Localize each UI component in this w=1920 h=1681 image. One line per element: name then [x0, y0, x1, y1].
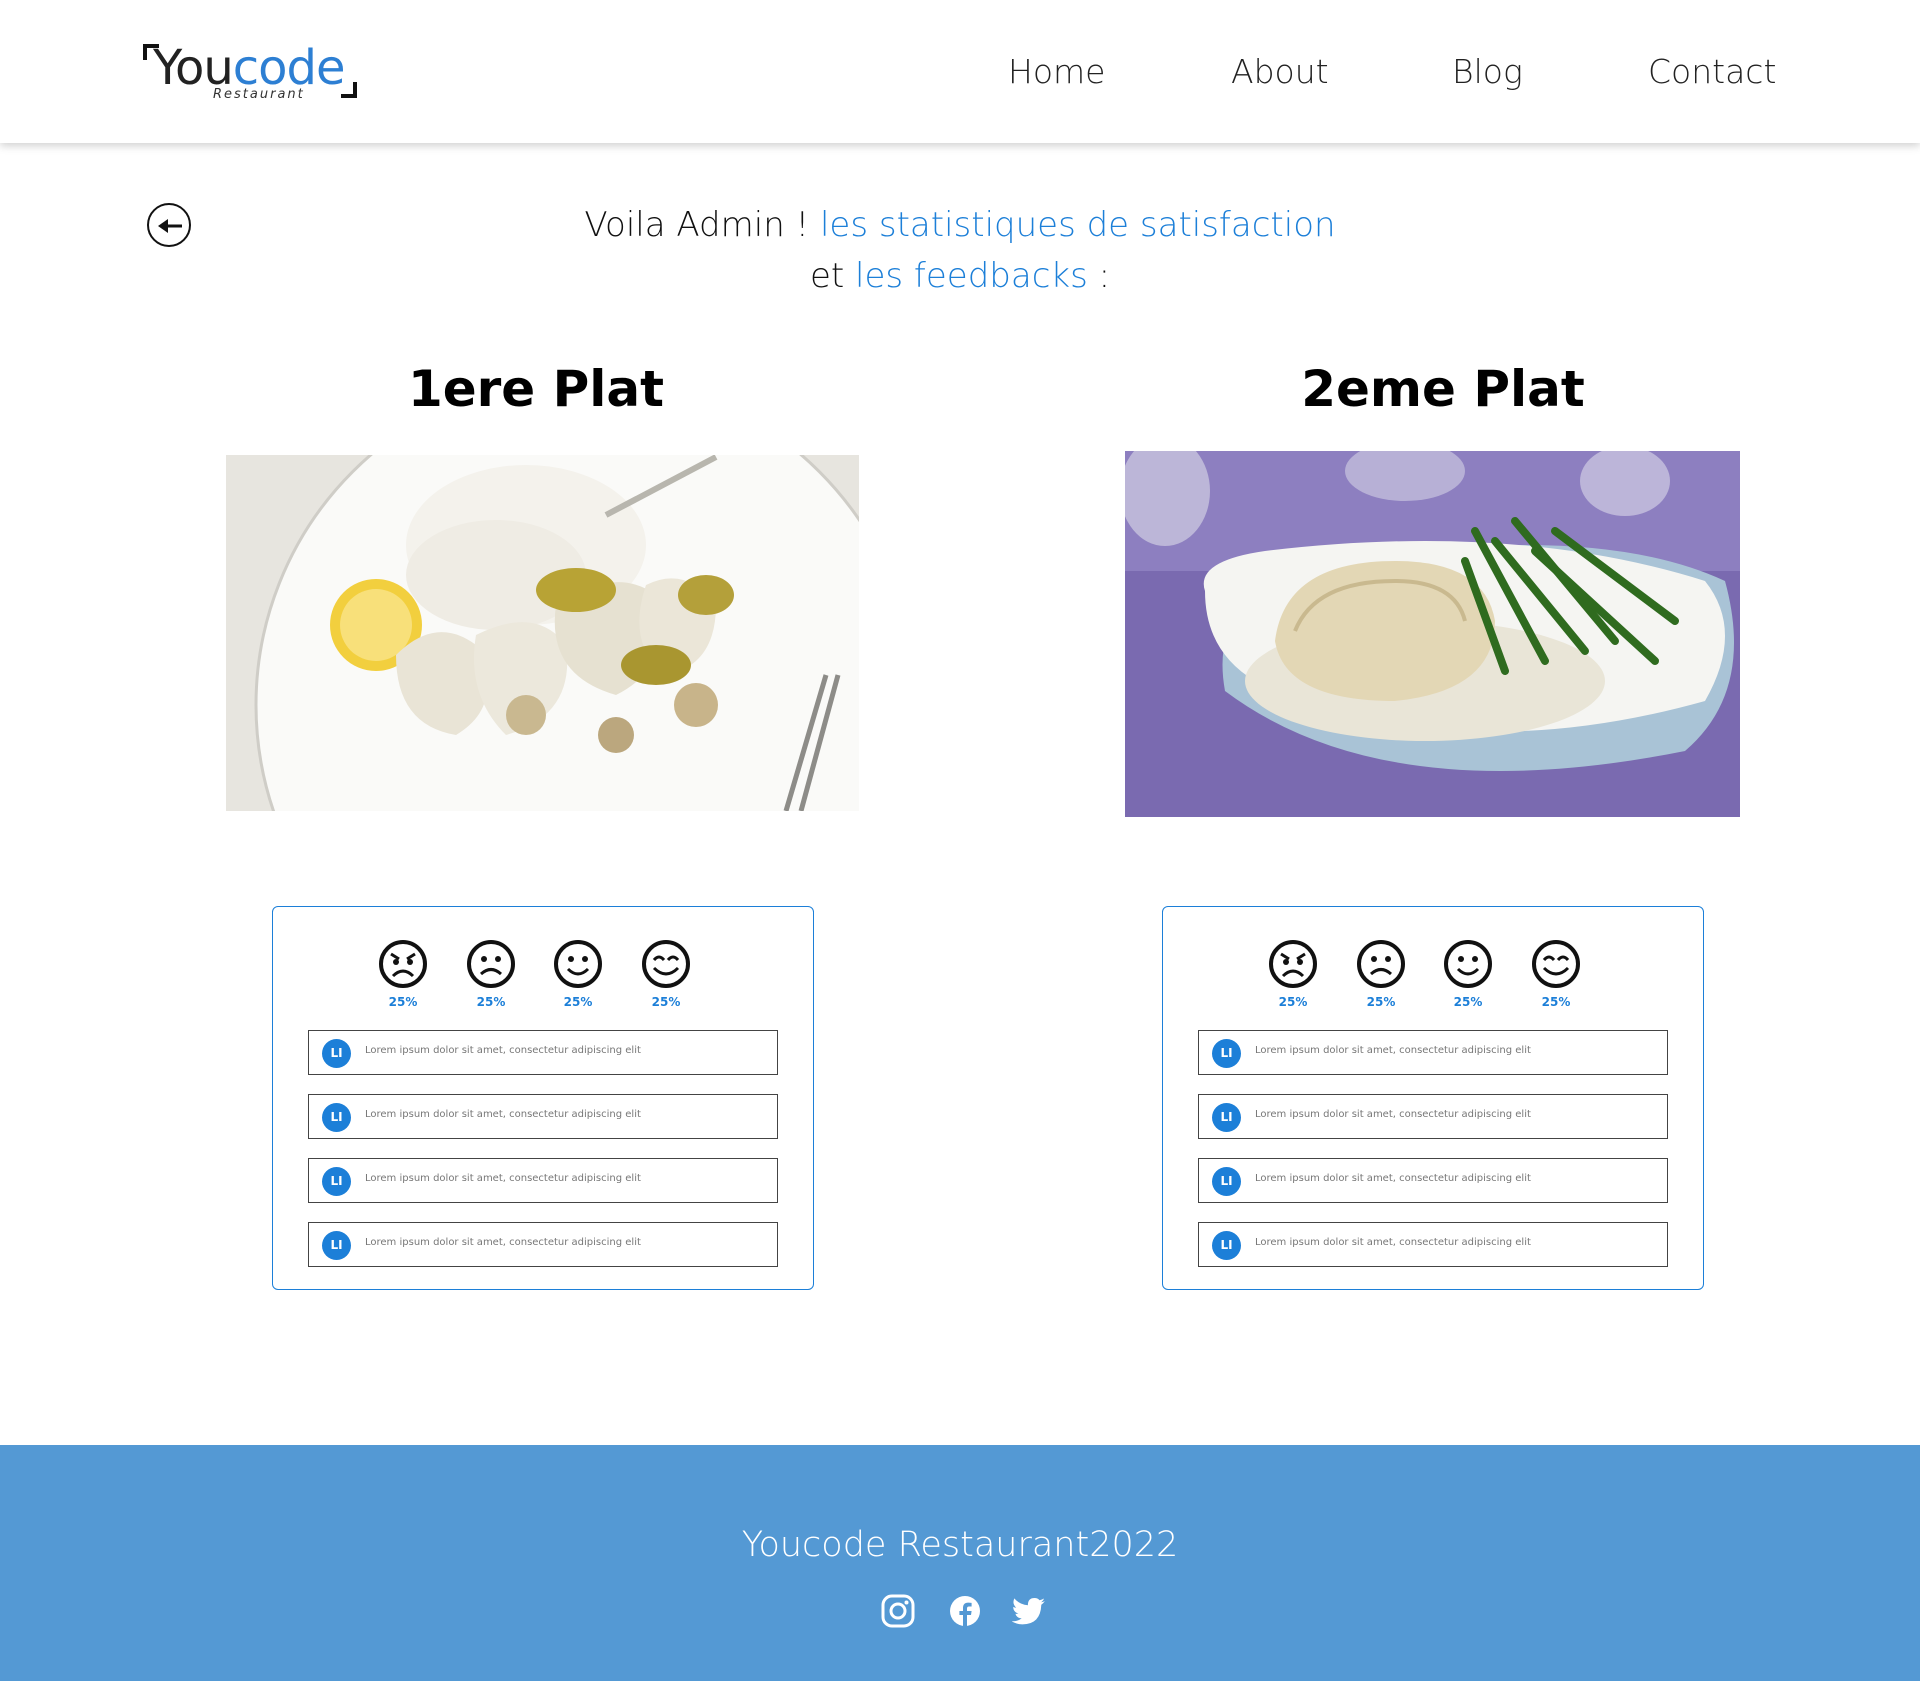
rating-smile: 25% [1438, 939, 1498, 1009]
instagram-icon[interactable] [880, 1593, 916, 1629]
feedback-item[interactable]: LI Lorem ipsum dolor sit amet, consectet… [1198, 1222, 1668, 1267]
avatar: LI [322, 1167, 351, 1196]
feedback-item[interactable]: LI Lorem ipsum dolor sit amet, consectet… [308, 1030, 778, 1075]
dish-2-stats-card: 25% 25% 25% 25% LI Lorem ipsum dolor sit… [1162, 906, 1704, 1290]
feedback-text: Lorem ipsum dolor sit amet, consectetur … [1255, 1173, 1531, 1184]
rating-happy: 25% [1526, 939, 1586, 1009]
smile-face-icon [554, 940, 602, 988]
angry-face-icon [1269, 940, 1317, 988]
logo-subtitle: Restaurant [213, 87, 305, 102]
feedback-text: Lorem ipsum dolor sit amet, consectetur … [1255, 1109, 1531, 1120]
feedback-item[interactable]: LI Lorem ipsum dolor sit amet, consectet… [308, 1094, 778, 1139]
feedback-text: Lorem ipsum dolor sit amet, consectetur … [365, 1237, 641, 1248]
dish-1-photo [226, 455, 859, 811]
rating-percent: 25% [1453, 995, 1483, 1009]
feedback-text: Lorem ipsum dolor sit amet, consectetur … [365, 1173, 641, 1184]
happy-face-icon [642, 940, 690, 988]
nav-blog-link[interactable]: Blog [1452, 52, 1523, 94]
rating-angry: 25% [373, 939, 433, 1009]
intro-line2-prefix: et [809, 256, 855, 296]
intro-line2-suffix: : [1087, 256, 1111, 296]
feedback-item[interactable]: LI Lorem ipsum dolor sit amet, consectet… [308, 1158, 778, 1203]
chicken-rice-dish-photo [226, 455, 859, 811]
nav-contact-link[interactable]: Contact [1648, 52, 1776, 94]
feedback-item[interactable]: LI Lorem ipsum dolor sit amet, consectet… [1198, 1030, 1668, 1075]
rating-angry: 25% [1263, 939, 1323, 1009]
avatar: LI [322, 1231, 351, 1260]
intro-line-2: et les feedbacks : [360, 251, 1560, 302]
rating-percent: 25% [388, 995, 418, 1009]
twitter-icon[interactable] [1011, 1593, 1048, 1629]
rating-percent: 25% [1541, 995, 1571, 1009]
dish-2-photo [1125, 451, 1740, 817]
dish-2-title: 2eme Plat [1301, 360, 1585, 418]
social-links [880, 1593, 1050, 1633]
chicken-green-beans-dish-photo [1125, 451, 1740, 817]
feedback-text: Lorem ipsum dolor sit amet, consectetur … [365, 1045, 641, 1056]
back-button[interactable] [147, 203, 191, 247]
avatar: LI [1212, 1167, 1241, 1196]
sad-face-icon [1357, 940, 1405, 988]
rating-happy: 25% [636, 939, 696, 1009]
intro-line1-prefix: Voila Admin ! [584, 205, 820, 245]
feedback-text: Lorem ipsum dolor sit amet, consectetur … [1255, 1045, 1531, 1056]
dish-1-title: 1ere Plat [407, 360, 665, 418]
avatar: LI [1212, 1231, 1241, 1260]
site-header: Youcode Restaurant Home About Blog Conta… [0, 0, 1920, 143]
rating-sad: 25% [461, 939, 521, 1009]
sad-face-icon [467, 940, 515, 988]
footer-title: Youcode Restaurant2022 [741, 1525, 1179, 1565]
satisfaction-ratings: 25% 25% 25% 25% [1263, 939, 1593, 1019]
feedback-list: LI Lorem ipsum dolor sit amet, consectet… [1198, 1030, 1668, 1286]
brand-logo[interactable]: Youcode Restaurant [143, 40, 363, 102]
feedback-list: LI Lorem ipsum dolor sit amet, consectet… [308, 1030, 778, 1286]
rating-percent: 25% [563, 995, 593, 1009]
facebook-icon[interactable] [947, 1593, 983, 1629]
nav-about-link[interactable]: About [1231, 52, 1329, 94]
logo-bracket-bottom-right [341, 82, 357, 98]
rating-percent: 25% [651, 995, 681, 1009]
avatar: LI [322, 1103, 351, 1132]
feedback-item[interactable]: LI Lorem ipsum dolor sit amet, consectet… [308, 1222, 778, 1267]
feedback-item[interactable]: LI Lorem ipsum dolor sit amet, consectet… [1198, 1094, 1668, 1139]
nav-home-link[interactable]: Home [1008, 52, 1105, 94]
intro-stats-highlight: les statistiques de satisfaction [819, 205, 1336, 245]
rating-sad: 25% [1351, 939, 1411, 1009]
site-footer: Youcode Restaurant2022 [0, 1445, 1920, 1681]
feedback-item[interactable]: LI Lorem ipsum dolor sit amet, consectet… [1198, 1158, 1668, 1203]
angry-face-icon [379, 940, 427, 988]
rating-percent: 25% [1366, 995, 1396, 1009]
intro-line-1: Voila Admin ! les statistiques de satisf… [360, 200, 1560, 251]
rating-smile: 25% [548, 939, 608, 1009]
intro-feedbacks-highlight: les feedbacks [855, 256, 1088, 296]
smile-face-icon [1444, 940, 1492, 988]
feedback-text: Lorem ipsum dolor sit amet, consectetur … [1255, 1237, 1531, 1248]
rating-percent: 25% [1278, 995, 1308, 1009]
avatar: LI [1212, 1039, 1241, 1068]
avatar: LI [322, 1039, 351, 1068]
arrow-left-icon [158, 219, 182, 233]
satisfaction-ratings: 25% 25% 25% 25% [373, 939, 703, 1019]
happy-face-icon [1532, 940, 1580, 988]
intro-heading: Voila Admin ! les statistiques de satisf… [360, 200, 1560, 302]
avatar: LI [1212, 1103, 1241, 1132]
rating-percent: 25% [476, 995, 506, 1009]
dish-1-stats-card: 25% 25% 25% 25% LI Lorem ipsum dolor sit… [272, 906, 814, 1290]
feedback-text: Lorem ipsum dolor sit amet, consectetur … [365, 1109, 641, 1120]
